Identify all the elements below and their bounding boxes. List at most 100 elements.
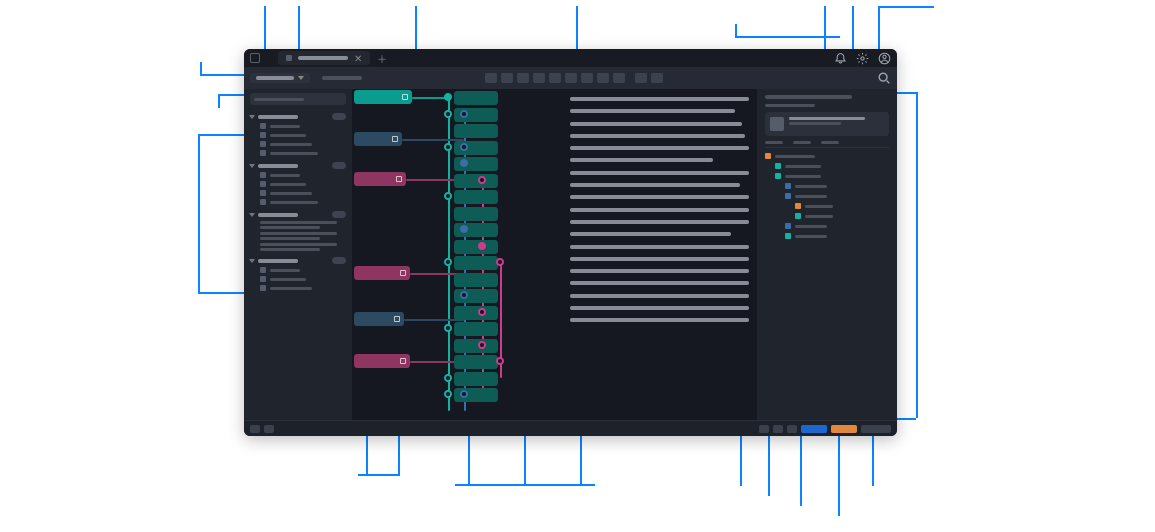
sidebar-item[interactable] [260,267,346,273]
commit-node[interactable] [478,341,486,349]
commit-message-row[interactable] [570,97,749,101]
sidebar-item[interactable] [260,243,346,251]
tree-item[interactable] [765,193,889,199]
tree-item[interactable] [765,183,889,189]
commit-node[interactable] [460,110,468,118]
sidebar-item[interactable] [260,285,346,291]
status-pill[interactable] [759,425,769,433]
commit-message-row[interactable] [570,281,749,285]
commit-node[interactable] [460,225,468,233]
sidebar-item[interactable] [260,141,346,147]
sidebar-item[interactable] [260,221,346,229]
commit-message-row[interactable] [570,109,735,113]
commit-message-row[interactable] [570,171,749,175]
toolbar-button[interactable] [565,73,577,83]
sidebar-section-header[interactable] [250,211,346,218]
sidebar-item[interactable] [260,190,346,196]
tree-item[interactable] [765,163,889,169]
commit-file-box[interactable] [765,112,889,136]
commit-node[interactable] [460,143,468,151]
commit-message-row[interactable] [570,122,742,126]
commit-node[interactable] [478,176,486,184]
add-tab-button[interactable]: ＋ [376,52,388,64]
panel-tab[interactable] [765,141,783,144]
sidebar-item[interactable] [260,123,346,129]
close-tab-icon[interactable]: ✕ [354,54,362,62]
sidebar-section-header[interactable] [250,162,346,169]
commit-node[interactable] [444,110,452,118]
repo-tab[interactable]: ✕ [278,51,370,65]
sidebar-section-header[interactable] [250,113,346,120]
commit-message-row[interactable] [570,269,749,273]
settings-icon[interactable] [855,51,869,65]
commit-node[interactable] [444,143,452,151]
commit-node[interactable] [478,242,486,250]
branch-ref-label[interactable] [354,266,410,280]
profile-icon[interactable] [877,51,891,65]
sidebar-filter-input[interactable] [250,93,346,105]
commit-message-row[interactable] [570,134,745,138]
tree-item[interactable] [765,213,889,219]
status-pill[interactable] [773,425,783,433]
toolbar-button[interactable] [533,73,545,83]
commit-message-row[interactable] [570,318,749,322]
branch-ref-label[interactable] [354,90,412,104]
panel-tab[interactable] [793,141,811,144]
sidebar-item[interactable] [260,232,346,240]
commit-node[interactable] [444,390,452,398]
commit-message-row[interactable] [570,195,749,199]
commit-message-row[interactable] [570,245,749,249]
sidebar-item[interactable] [260,276,346,282]
sidebar-item[interactable] [260,172,346,178]
toolbar-button[interactable] [485,73,497,83]
tree-item[interactable] [765,153,889,159]
toolbar-button[interactable] [597,73,609,83]
tree-item[interactable] [765,233,889,239]
sidebar-section-header[interactable] [250,257,346,264]
breadcrumb-item[interactable] [322,76,362,80]
toolbar-button[interactable] [581,73,593,83]
commit-node[interactable] [460,291,468,299]
branch-ref-label[interactable] [354,132,402,146]
toolbar-button[interactable] [501,73,513,83]
toolbar-button[interactable] [635,73,647,83]
toolbar-button[interactable] [549,73,561,83]
commit-node[interactable] [478,308,486,316]
commit-node[interactable] [496,258,504,266]
status-pill[interactable] [801,425,827,433]
notifications-icon[interactable] [833,51,847,65]
status-item[interactable] [250,425,260,433]
toolbar-button[interactable] [517,73,529,83]
toolbar-button[interactable] [651,73,663,83]
commit-node[interactable] [444,192,452,200]
commit-message-row[interactable] [570,294,749,298]
search-button[interactable] [877,71,891,85]
toolbar-button[interactable] [613,73,625,83]
commit-node[interactable] [496,357,504,365]
commit-message-row[interactable] [570,306,749,310]
tree-item[interactable] [765,173,889,179]
sidebar-item[interactable] [260,150,346,156]
tree-item[interactable] [765,223,889,229]
status-pill[interactable] [831,425,857,433]
sidebar-item[interactable] [260,132,346,138]
commit-node[interactable] [460,390,468,398]
status-pill[interactable] [787,425,797,433]
sidebar-item[interactable] [260,199,346,205]
status-pill[interactable] [861,425,891,433]
branch-ref-label[interactable] [354,172,406,186]
panel-tab[interactable] [821,141,839,144]
commit-node[interactable] [460,159,468,167]
branch-ref-label[interactable] [354,354,410,368]
commit-message-row[interactable] [570,183,740,187]
sidebar-item[interactable] [260,181,346,187]
tree-item[interactable] [765,203,889,209]
branch-ref-label[interactable] [354,312,404,326]
commit-node[interactable] [444,374,452,382]
commit-message-row[interactable] [570,220,749,224]
commit-node[interactable] [444,258,452,266]
commit-node[interactable] [444,324,452,332]
commit-message-row[interactable] [570,257,749,261]
commit-node[interactable] [444,93,452,101]
commit-message-row[interactable] [570,158,713,162]
